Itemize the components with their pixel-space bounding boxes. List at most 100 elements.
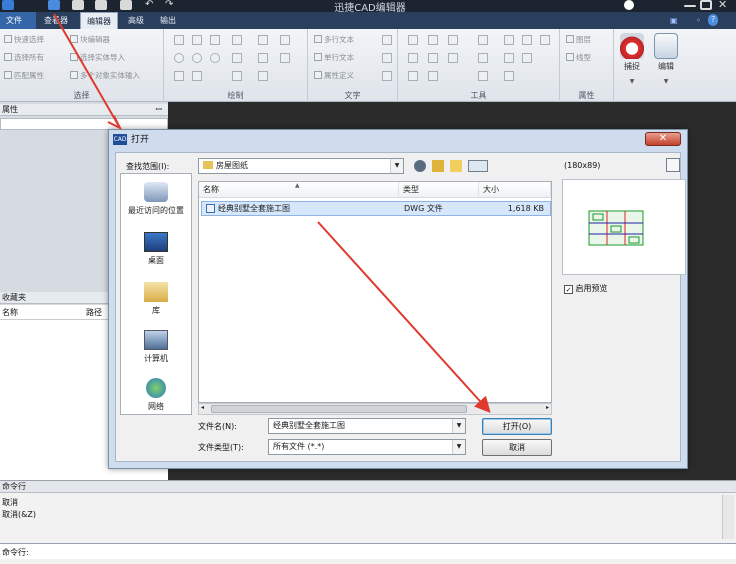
break-tool-icon[interactable]	[448, 53, 458, 63]
open-button[interactable]: 打开(O)	[482, 418, 552, 435]
file-row[interactable]: 经典别墅全套施工图 DWG 文件 1,618 KB	[201, 201, 551, 216]
multi-entity-input-button[interactable]: 多个对象实体输入	[70, 69, 140, 82]
chevron-down-icon[interactable]: ▼	[452, 440, 465, 454]
dialog-close-button[interactable]: ✕	[645, 132, 681, 146]
wipeout-tool-icon[interactable]	[192, 71, 202, 81]
dialog-title-bar[interactable]: CAD 打开	[109, 130, 687, 150]
scroll-left-icon[interactable]: ◂	[201, 404, 204, 411]
region-tool-icon[interactable]	[280, 53, 290, 63]
close-window-icon[interactable]: ✕	[718, 0, 730, 10]
pen-tool-icon[interactable]	[258, 53, 268, 63]
menu-viewer[interactable]: 查看器	[38, 12, 74, 29]
new-icon[interactable]	[72, 0, 84, 10]
view-menu-icon[interactable]	[468, 160, 488, 172]
measure-tool-icon[interactable]	[478, 71, 488, 81]
cancel-button[interactable]: 取消	[482, 439, 552, 456]
help-icon[interactable]	[624, 0, 634, 10]
select-entity-import-button[interactable]: 选择实体导入	[70, 51, 125, 64]
hatch-tool-icon[interactable]	[258, 35, 268, 45]
spline-tool-icon[interactable]	[232, 53, 242, 63]
redo-icon[interactable]: ↷	[165, 0, 177, 10]
place-recent[interactable]: 最近访问的位置	[121, 182, 191, 216]
move-tool-icon[interactable]	[408, 35, 418, 45]
copy-tool-icon[interactable]	[478, 35, 488, 45]
text-edit-icon[interactable]	[382, 53, 392, 63]
snap-button[interactable]: 捕捉 ▼	[618, 33, 646, 97]
arc-tool-icon[interactable]	[192, 53, 202, 63]
text-button[interactable]: 单行文本	[314, 51, 354, 64]
ribbon-pin-icon[interactable]: ▣	[664, 12, 684, 29]
command-scrollbar[interactable]	[722, 495, 734, 539]
undo-icon[interactable]: ↶	[145, 0, 157, 10]
trim-tool-icon[interactable]	[408, 53, 418, 63]
new-folder-icon[interactable]	[450, 160, 462, 172]
text-find-icon[interactable]	[382, 71, 392, 81]
select-all-button[interactable]: 选择所有	[4, 51, 44, 64]
block-editor-button[interactable]: 块编辑器	[70, 33, 110, 46]
up-folder-icon[interactable]	[432, 160, 444, 172]
save-icon[interactable]	[48, 0, 60, 10]
layers-button[interactable]: 图层	[566, 33, 591, 46]
explode-tool-icon[interactable]	[408, 71, 418, 81]
print-icon[interactable]	[95, 0, 107, 10]
attribute-define-button[interactable]: 属性定义	[314, 69, 354, 82]
point-tool-icon[interactable]	[174, 71, 184, 81]
place-computer[interactable]: 计算机	[121, 330, 191, 364]
look-in-select[interactable]: 房屋图纸 ▼	[198, 158, 404, 174]
info-icon[interactable]: ?	[708, 14, 719, 26]
chevron-down-icon[interactable]: ▼	[618, 78, 646, 85]
magnify-icon[interactable]	[666, 158, 680, 172]
circle-tool-icon[interactable]	[174, 53, 184, 63]
scroll-right-icon[interactable]: ▸	[546, 404, 549, 411]
text-style-icon[interactable]	[382, 35, 392, 45]
maximize-icon[interactable]	[700, 0, 712, 10]
extend-tool-icon[interactable]	[428, 53, 438, 63]
table-tool-icon[interactable]	[232, 71, 242, 81]
file-list-scrollbar[interactable]: ◂ ▸	[198, 403, 552, 415]
menu-editor[interactable]: 编辑器	[80, 12, 118, 29]
fillet-tool-icon[interactable]	[522, 53, 532, 63]
shape-tool-icon[interactable]	[280, 35, 290, 45]
quick-select-button[interactable]: 快速选择	[4, 33, 44, 46]
polyline-tool-icon[interactable]	[192, 35, 202, 45]
image-tool-icon[interactable]	[258, 71, 268, 81]
linetype-button[interactable]: 线型	[566, 51, 591, 64]
mirror-tool-icon[interactable]	[448, 35, 458, 45]
place-desktop[interactable]: 桌面	[121, 232, 191, 266]
enable-preview-checkbox[interactable]: ✓ 启用预览	[564, 283, 608, 294]
ribbon-options-icon[interactable]: ◦	[690, 12, 707, 29]
rectangle-tool-icon[interactable]	[210, 35, 220, 45]
command-input[interactable]: 命令行:	[0, 543, 736, 559]
mtext-button[interactable]: 多行文本	[314, 33, 354, 46]
column-size[interactable]: 大小	[479, 182, 551, 198]
rotate-tool-icon[interactable]	[428, 35, 438, 45]
line-tool-icon[interactable]	[174, 35, 184, 45]
settings-icon[interactable]	[120, 0, 132, 10]
match-properties-button[interactable]: 匹配属性	[4, 69, 44, 82]
column-type[interactable]: 类型	[399, 182, 479, 198]
filetype-select[interactable]: 所有文件 (*.*) ▼	[268, 439, 466, 455]
stretch-tool-icon[interactable]	[540, 35, 550, 45]
menu-file[interactable]: 文件	[0, 12, 36, 29]
ellipse-tool-icon[interactable]	[210, 53, 220, 63]
minimize-icon[interactable]	[684, 5, 696, 7]
menu-advanced[interactable]: 高级	[122, 12, 150, 29]
chevron-down-icon[interactable]: ▼	[452, 419, 465, 433]
favorites-col-path[interactable]: 路径	[86, 307, 102, 318]
favorites-col-name[interactable]: 名称	[2, 307, 18, 318]
place-network[interactable]: 网络	[121, 378, 191, 412]
group-tool-icon[interactable]	[504, 71, 514, 81]
erase-tool-icon[interactable]	[428, 71, 438, 81]
menu-output[interactable]: 输出	[154, 12, 182, 29]
scrollbar-thumb[interactable]	[211, 405, 467, 413]
place-library[interactable]: 库	[121, 282, 191, 316]
edit-button[interactable]: 编辑 ▼	[652, 33, 680, 97]
scale-tool-icon[interactable]	[522, 35, 532, 45]
array-tool-icon[interactable]	[478, 53, 488, 63]
chevron-down-icon[interactable]: ▼	[390, 159, 403, 173]
curve-tool-icon[interactable]	[232, 35, 242, 45]
pin-icon[interactable]: ꟷ	[155, 104, 162, 116]
offset-tool-icon[interactable]	[504, 35, 514, 45]
join-tool-icon[interactable]	[504, 53, 514, 63]
back-icon[interactable]	[414, 160, 426, 172]
